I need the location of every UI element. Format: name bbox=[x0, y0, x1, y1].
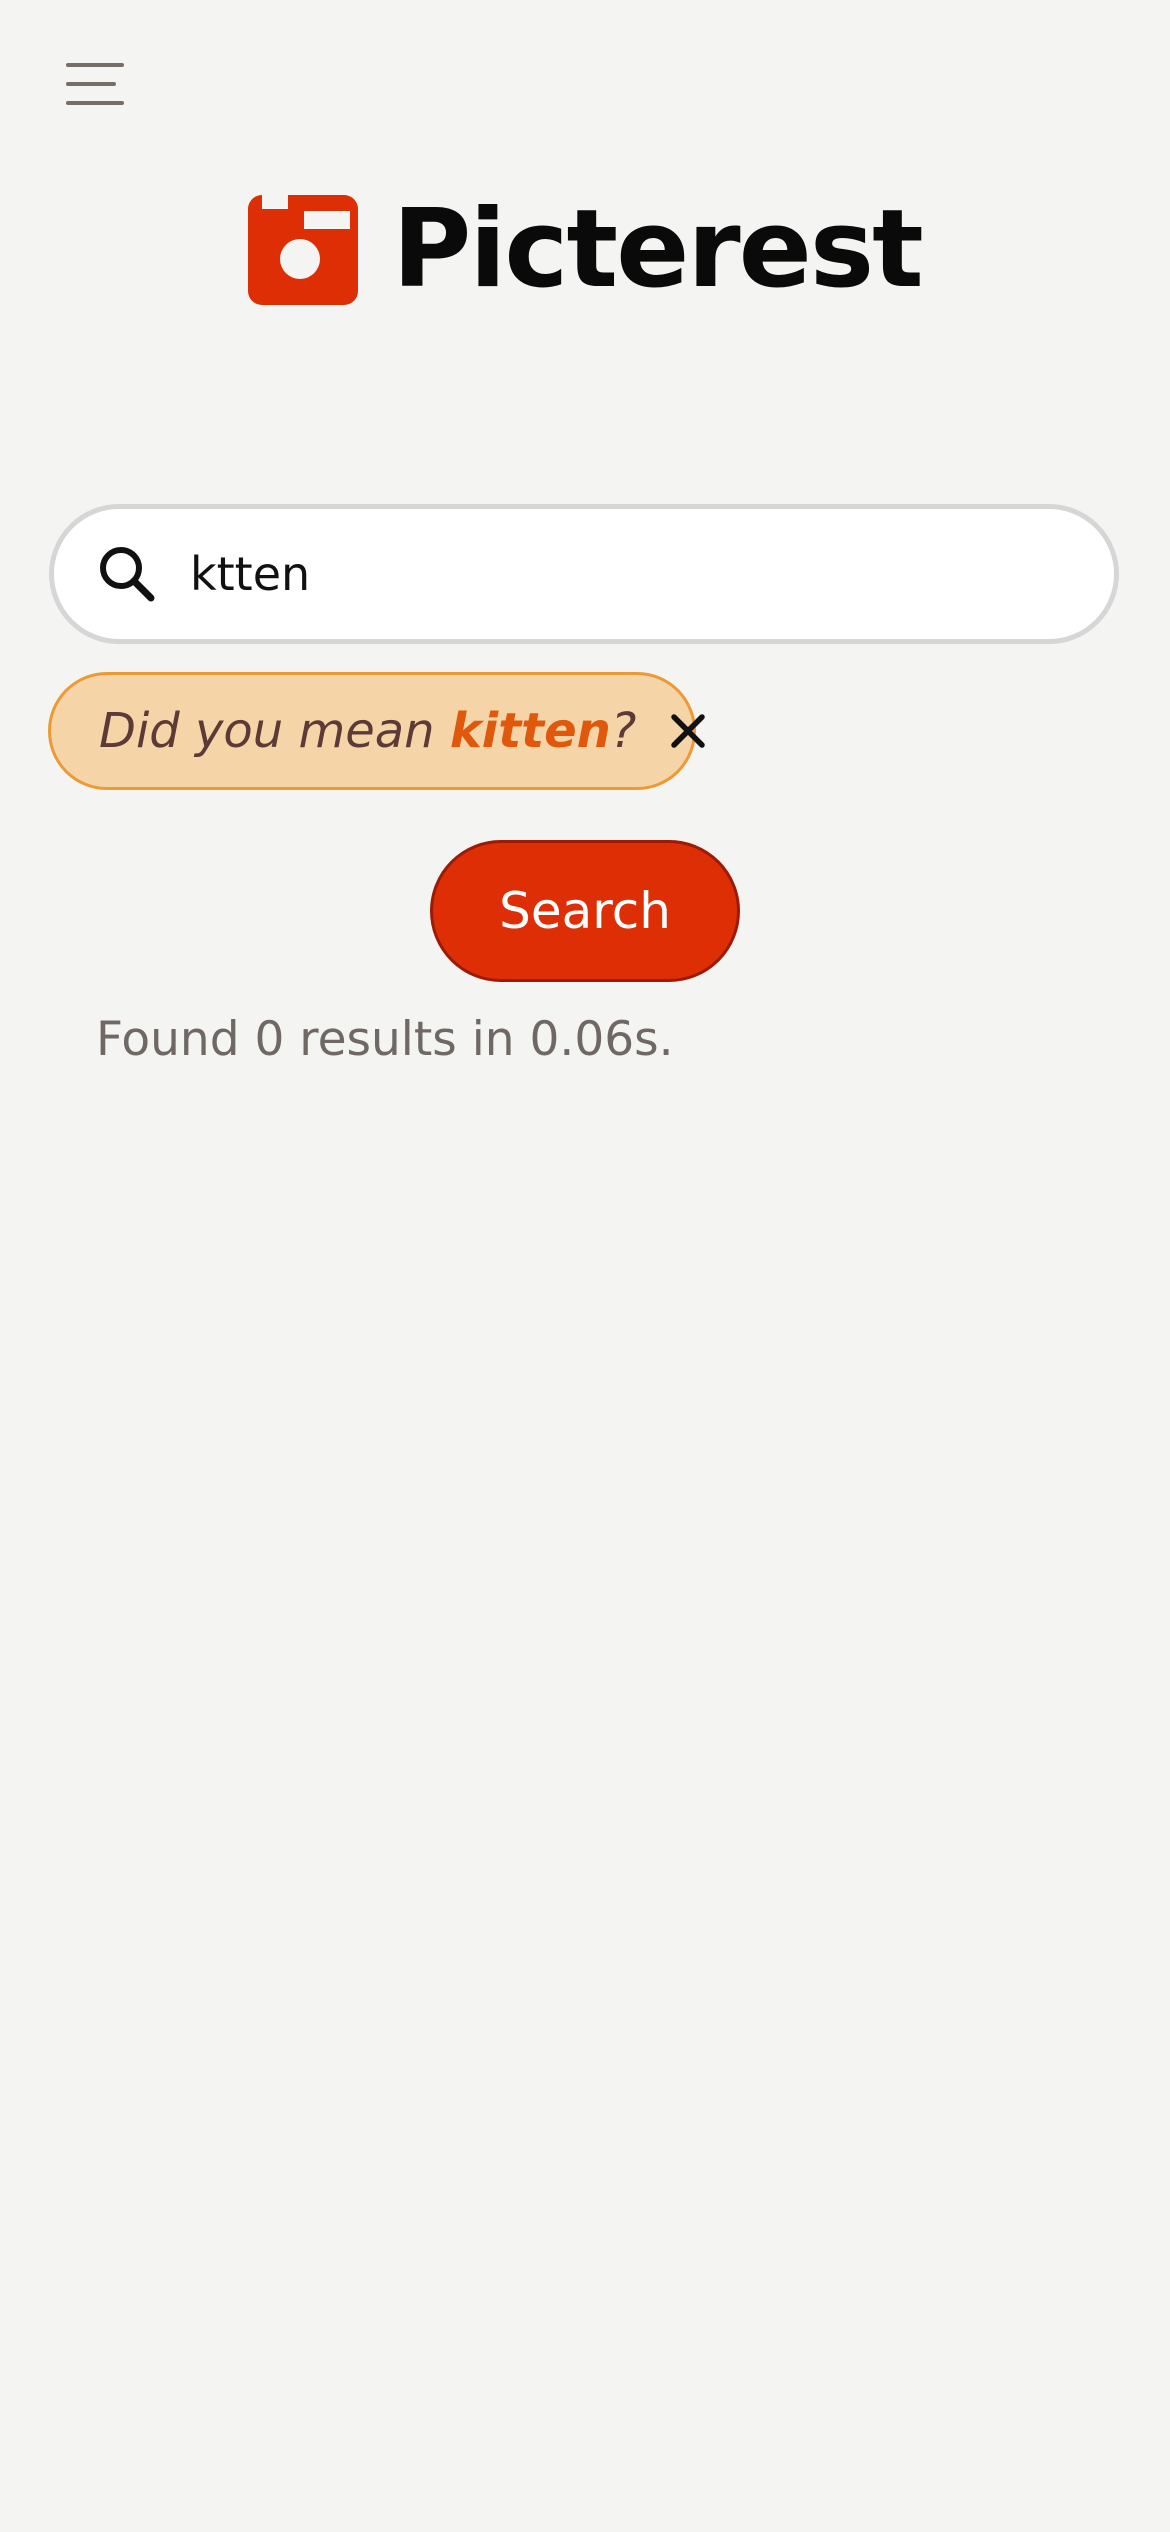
search-icon bbox=[100, 547, 155, 602]
search-box[interactable] bbox=[49, 504, 1119, 644]
suggestion-prefix: Did you mean bbox=[99, 703, 450, 759]
close-icon[interactable] bbox=[668, 711, 708, 751]
brand-name: Picterest bbox=[392, 187, 923, 312]
hamburger-menu-icon-line bbox=[66, 82, 116, 86]
hamburger-menu-icon-line bbox=[66, 101, 124, 105]
suggestion-term: kitten bbox=[449, 703, 611, 759]
hamburger-menu-icon bbox=[66, 63, 124, 67]
suggestion-link[interactable]: Did you mean kitten? bbox=[99, 703, 636, 759]
search-input[interactable] bbox=[190, 547, 1050, 601]
suggestion-suffix: ? bbox=[610, 703, 637, 759]
camera-icon bbox=[248, 195, 359, 305]
search-button[interactable]: Search bbox=[430, 840, 740, 982]
results-status: Found 0 results in 0.06s. bbox=[96, 1012, 674, 1067]
brand-header: Picterest bbox=[0, 190, 1170, 310]
spelling-suggestion: Did you mean kitten? bbox=[48, 672, 706, 790]
menu-button[interactable] bbox=[58, 52, 134, 116]
